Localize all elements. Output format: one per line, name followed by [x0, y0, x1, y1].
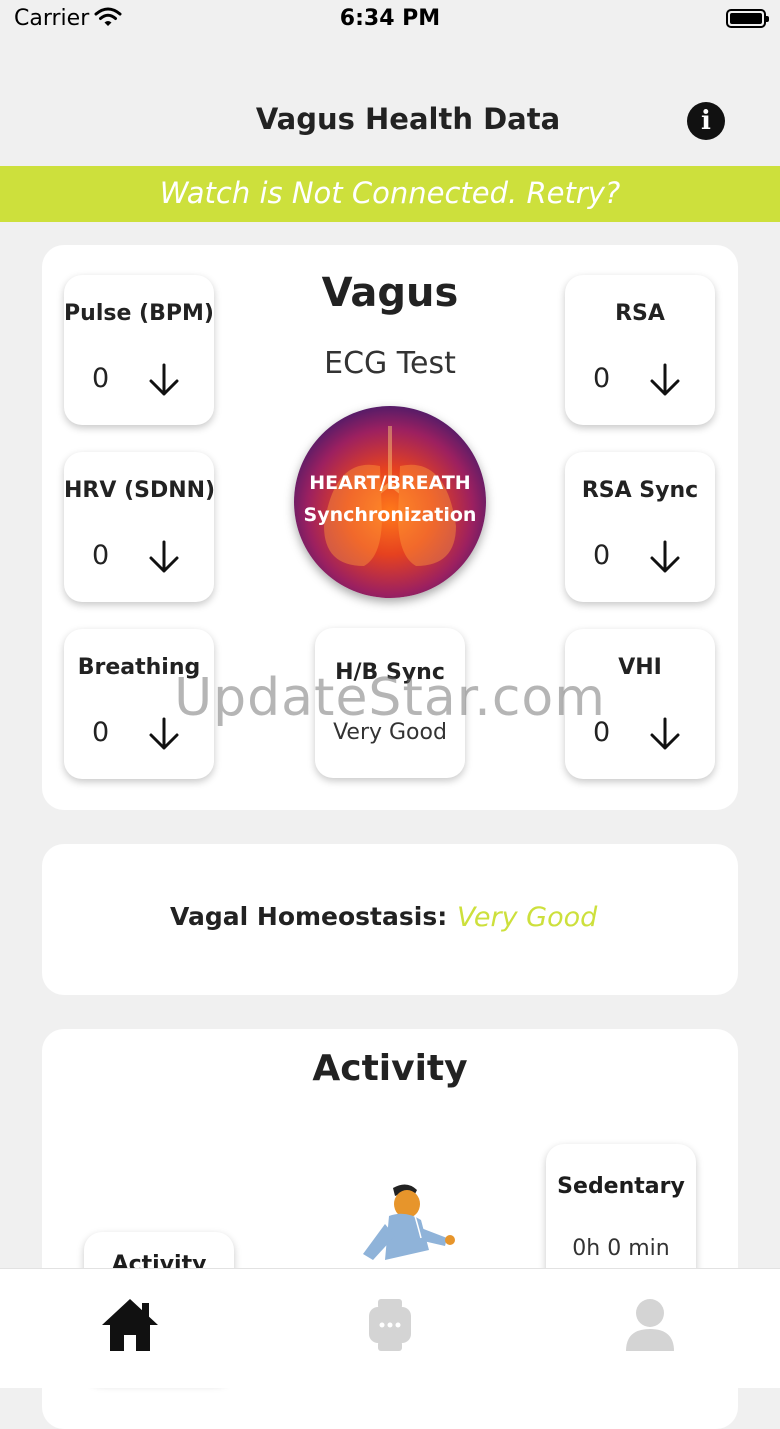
activity-title: Activity: [312, 1048, 468, 1089]
homeostasis-value: Very Good: [457, 902, 598, 933]
home-icon: [102, 1299, 158, 1351]
battery-icon: [726, 9, 769, 28]
metric-value: 0: [593, 363, 611, 394]
page-title: Vagus Health Data: [255, 102, 561, 136]
arrow-down-icon: [650, 363, 680, 396]
tab-watch[interactable]: [358, 1293, 422, 1357]
lungs-icon: [324, 426, 456, 566]
homeostasis-label: Vagal Homeostasis:: [170, 902, 448, 931]
tab-profile[interactable]: [618, 1293, 682, 1357]
status-time: 6:34 PM: [339, 6, 441, 31]
info-icon[interactable]: i: [687, 102, 725, 140]
status-bar: Carrier 6:34 PM: [0, 0, 780, 40]
circle-line2: Synchronization: [303, 504, 477, 526]
rsa-metric[interactable]: RSA 0: [565, 275, 715, 425]
arrow-down-icon: [650, 540, 680, 573]
tab-bar: [0, 1268, 780, 1388]
banner-text[interactable]: Watch is Not Connected. Retry?: [0, 166, 780, 220]
metric-value: 0: [92, 540, 110, 571]
runner-icon: [363, 1184, 455, 1260]
metric-label: RSA: [615, 301, 665, 326]
watermark: UpdateStar.com: [174, 668, 606, 728]
metric-label: RSA Sync: [581, 478, 699, 503]
metric-value: 0h 0 min: [572, 1236, 670, 1261]
metric-label: HRV (SDNN): [64, 478, 216, 503]
arrow-down-icon: [149, 540, 179, 573]
circle-line1: HEART/BREATH: [309, 472, 471, 494]
arrow-down-icon: [149, 363, 179, 396]
profile-icon: [626, 1299, 674, 1351]
watch-icon: [369, 1299, 411, 1351]
metric-label: Pulse (BPM): [64, 301, 214, 326]
watch-connection-banner[interactable]: Watch is Not Connected. Retry?: [0, 166, 780, 222]
metric-value: 0: [593, 540, 611, 571]
rsa-sync-metric[interactable]: RSA Sync 0: [565, 452, 715, 602]
metric-value: 0: [92, 363, 110, 394]
metric-label: Sedentary: [557, 1174, 685, 1199]
pulse-metric[interactable]: Pulse (BPM) 0: [64, 275, 214, 425]
hrv-metric[interactable]: HRV (SDNN) 0: [64, 452, 216, 602]
heart-breath-sync-button[interactable]: HEART/BREATH Synchronization: [294, 406, 486, 598]
tab-home[interactable]: [98, 1293, 162, 1357]
